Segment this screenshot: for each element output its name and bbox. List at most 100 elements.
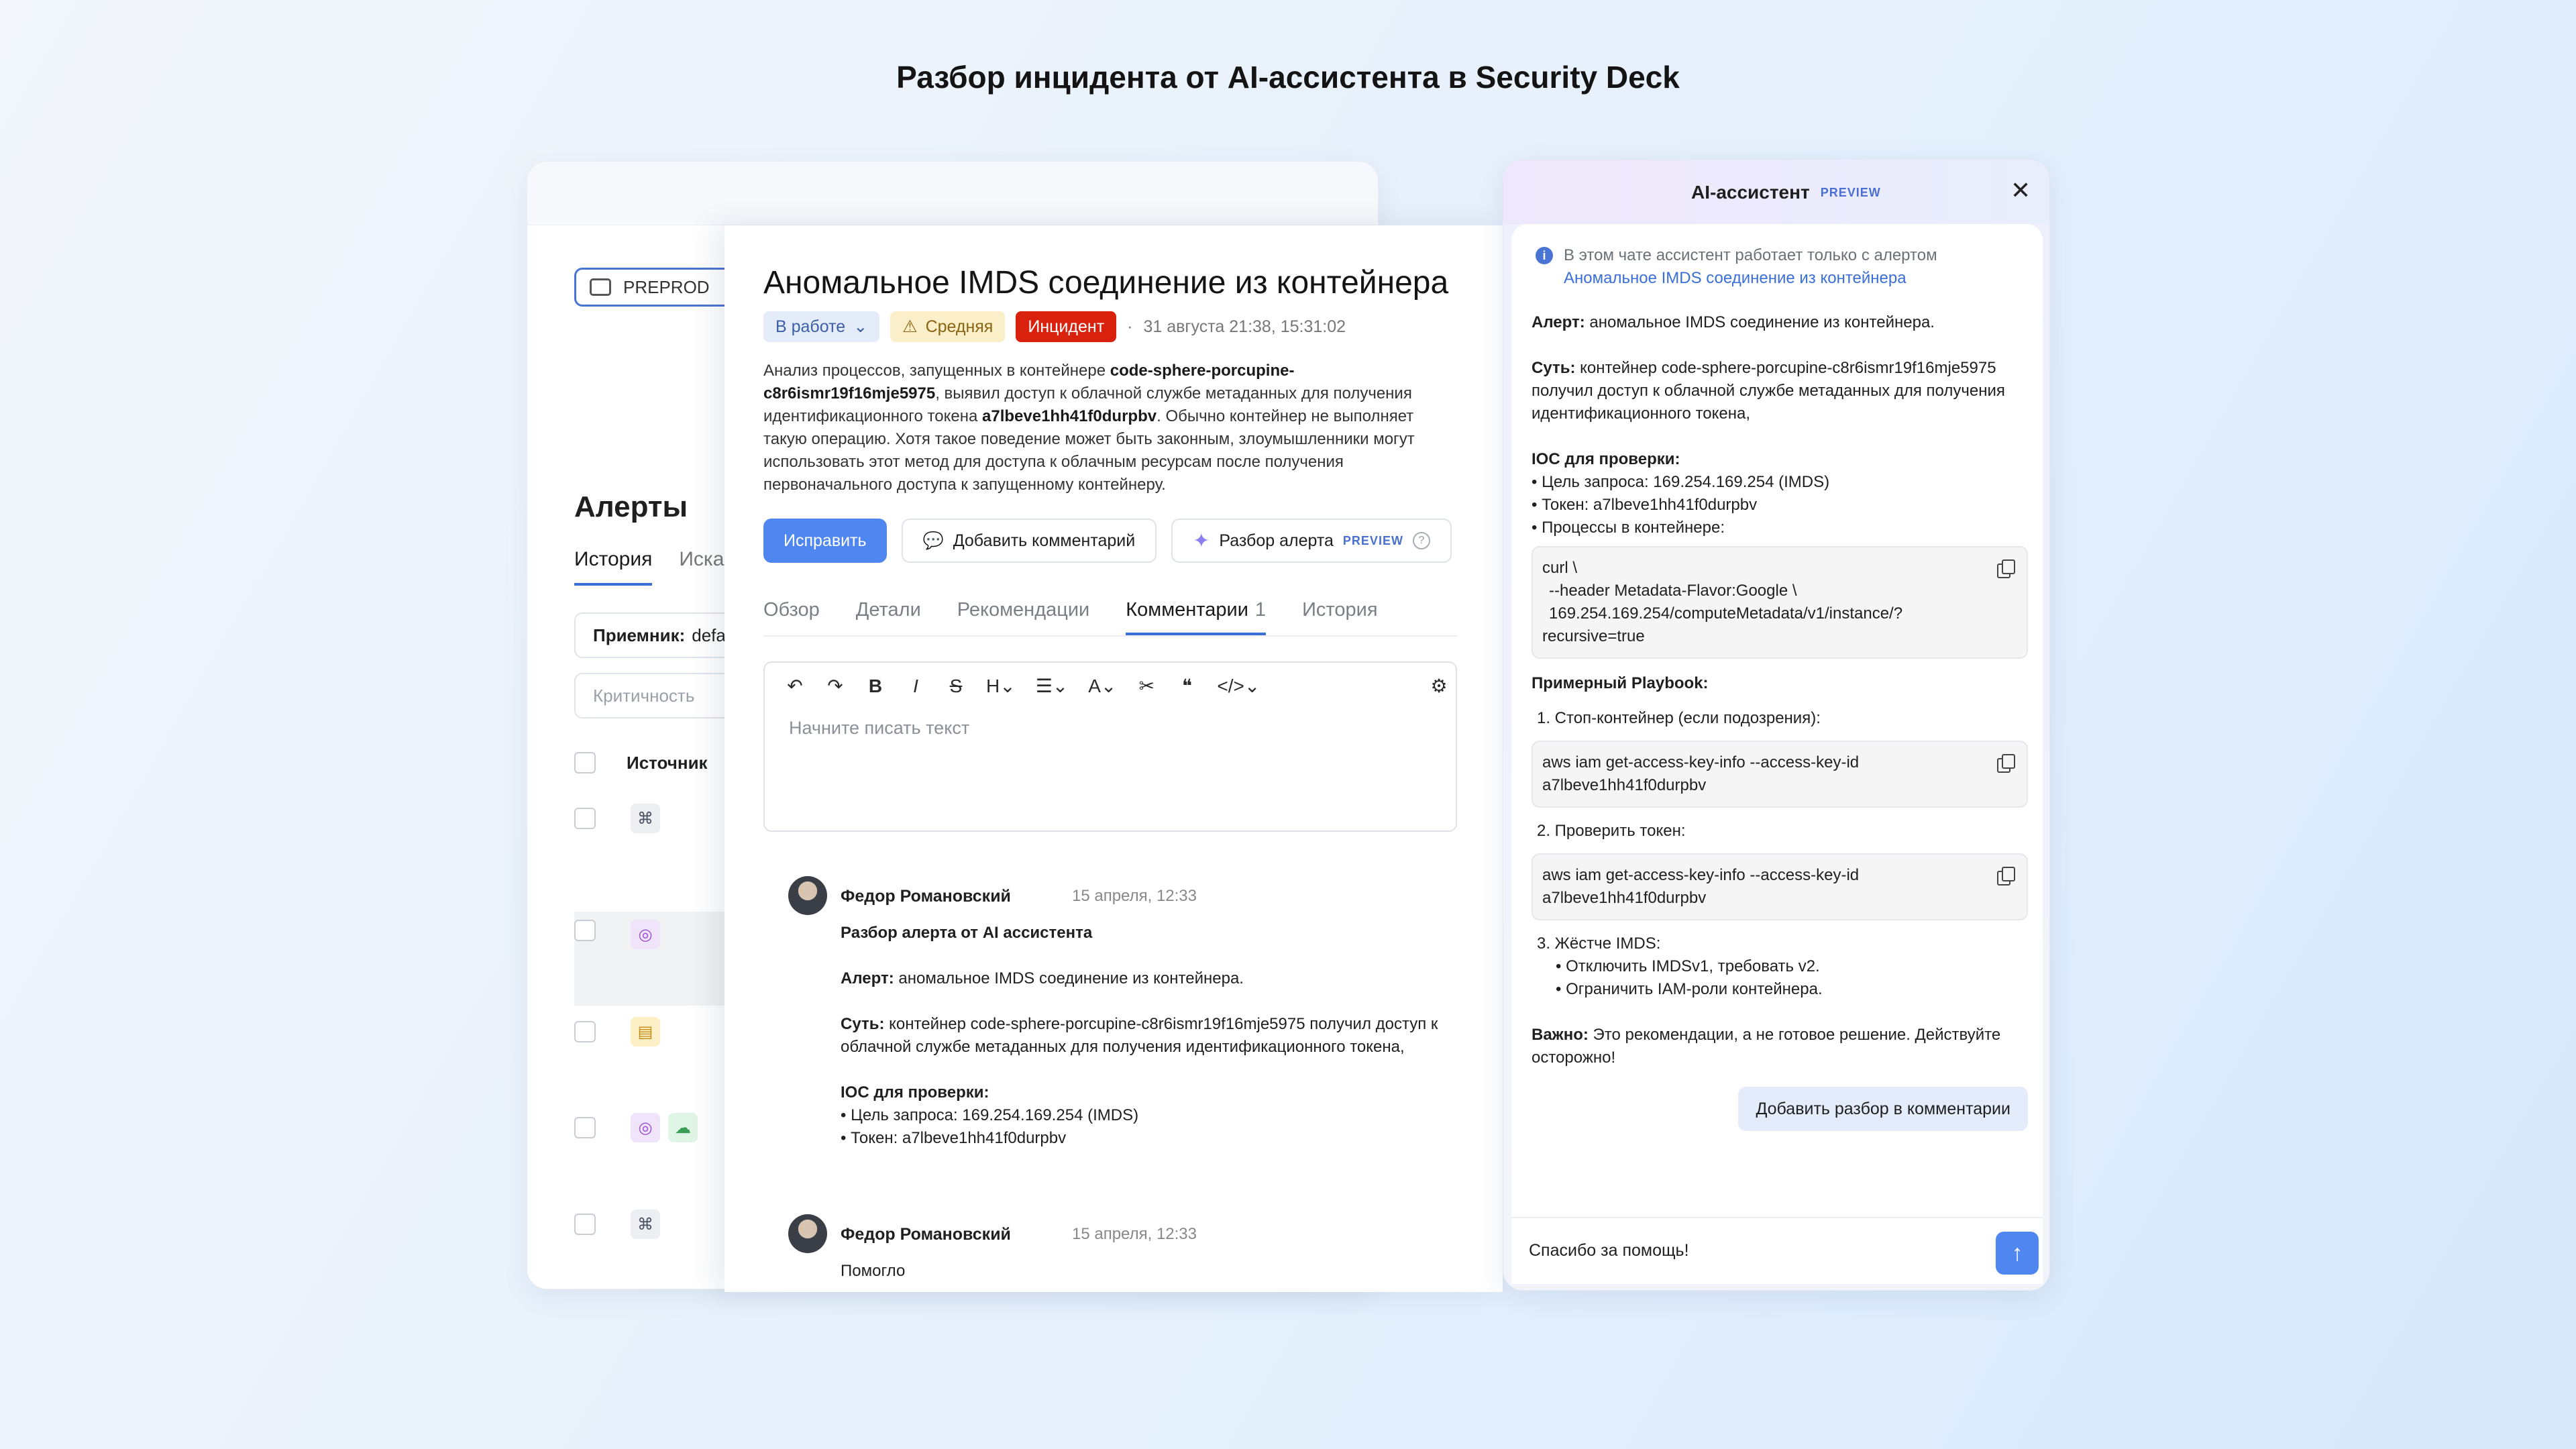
source-column-header: Источник — [627, 752, 708, 773]
scissors-icon[interactable]: ✂ — [1136, 675, 1157, 697]
desc-token: a7lbeve1hh41f0durpbv — [982, 407, 1157, 425]
type-badge: Инцидент — [1016, 311, 1117, 342]
status-label: В работе — [775, 317, 846, 336]
alert-description: Анализ процессов, запущенных в контейнер… — [763, 360, 1454, 496]
essence-text: контейнер code-sphere-porcupine-c8r6ismr… — [841, 1015, 1438, 1056]
window-topbar — [527, 162, 1378, 225]
comments-count: 1 — [1254, 599, 1267, 621]
playbook-step: 3. Жёстче IMDS: — [1537, 934, 1661, 953]
ioc-label: IOC для проверки: — [841, 1083, 989, 1102]
add-analysis-to-comments-button[interactable]: Добавить разбор в комментарии — [1738, 1087, 2028, 1131]
ai-assistant-panel: AI-ассистент PREVIEW ✕ i В этом чате асс… — [1503, 160, 2050, 1291]
tab-exclusions[interactable]: Иска — [679, 548, 724, 586]
comment-editor[interactable]: ↶ ↷ B I S H⌄ ☰⌄ A⌄ ✂ ❝ </>⌄ ⚙ Начните пи… — [763, 661, 1457, 832]
chat-input[interactable]: Спасибо за помощь! ↑ — [1511, 1217, 2043, 1284]
copy-icon[interactable] — [1997, 867, 2015, 885]
comment-author: Федор Романовский — [841, 887, 1011, 906]
row-checkbox[interactable] — [574, 1117, 596, 1138]
tab-history[interactable]: История — [1302, 596, 1377, 635]
editor-placeholder: Начните писать текст — [789, 718, 970, 738]
alerts-title: Алерты — [574, 490, 688, 523]
code-line: 169.254.169.254/computeMetadata/v1/insta… — [1549, 604, 1903, 623]
code-block: curl \ --header Metadata-Flavor:Google \… — [1532, 546, 2028, 659]
list-icon[interactable]: ☰⌄ — [1036, 675, 1069, 697]
ioc-item: • Токен: a7lbeve1hh41f0durpbv — [1532, 496, 1758, 514]
alert-title: Аномальное IMDS соединение из контейнера — [763, 265, 1449, 301]
binoculars-icon: ⌘ — [631, 1210, 660, 1239]
tab-comments[interactable]: Комментарии 1 — [1126, 596, 1267, 635]
chat-input-value: Спасибо за помощь! — [1529, 1241, 1689, 1260]
ioc-item: • Процессы в контейнере: — [1532, 519, 1725, 537]
severity-label: Средняя — [925, 317, 994, 336]
row-checkbox[interactable] — [574, 1214, 596, 1235]
tab-recommendations[interactable]: Рекомендации — [957, 596, 1089, 635]
avatar — [788, 876, 827, 915]
tab-details[interactable]: Детали — [856, 596, 921, 635]
tab-overview[interactable]: Обзор — [763, 596, 820, 635]
comment-item: Федор Романовский 15 апреля, 12:33 Помог… — [788, 1214, 1459, 1292]
comment-icon: 💬 — [922, 531, 944, 550]
ai-title: AI-ассистент PREVIEW — [1691, 182, 1881, 203]
essence-label: Суть: — [1532, 359, 1576, 377]
folder-icon — [590, 278, 611, 296]
send-button[interactable]: ↑ — [1996, 1232, 2039, 1275]
alert-meta: В работе ⌄ ⚠ Средняя Инцидент · 31 авгус… — [763, 311, 1346, 342]
important-label: Важно: — [1532, 1026, 1589, 1044]
code-block: aws iam get-access-key-info --access-key… — [1532, 853, 2028, 920]
quote-icon[interactable]: ❝ — [1177, 675, 1197, 697]
alert-label: Алерт: — [1532, 313, 1585, 331]
comment-body: Разбор алерта от AI ассистента Алерт: ан… — [841, 922, 1458, 1150]
comment-heading: Разбор алерта от AI ассистента — [841, 924, 1093, 942]
workspace-label: PREPROD — [623, 276, 710, 297]
help-icon[interactable]: ? — [1412, 532, 1430, 549]
ai-chat: i В этом чате ассистент работает только … — [1511, 224, 2043, 1217]
close-icon[interactable]: ✕ — [2010, 176, 2031, 205]
receiver-label: Приемник: — [593, 625, 686, 645]
tab-comments-label: Комментарии — [1126, 599, 1248, 621]
status-dropdown[interactable]: В работе ⌄ — [763, 311, 880, 342]
alert-tabs: Обзор Детали Рекомендации Комментарии 1 И… — [763, 596, 1457, 637]
heading-icon[interactable]: H⌄ — [986, 675, 1016, 697]
code-line: --header Metadata-Flavor:Google \ — [1549, 582, 1797, 600]
arrow-up-icon: ↑ — [2011, 1240, 2023, 1266]
info-text: В этом чате ассистент работает только с … — [1564, 246, 1937, 264]
row-checkbox[interactable] — [574, 920, 596, 941]
alerts-tabs: История Иска — [574, 548, 724, 586]
bold-icon[interactable]: B — [865, 676, 885, 697]
alert-analysis-button[interactable]: ✦ Разбор алерта PREVIEW ? — [1171, 519, 1452, 563]
alert-link[interactable]: Аномальное IMDS соединение из контейнера — [1564, 267, 2020, 290]
italic-icon[interactable]: I — [906, 676, 926, 697]
avatar — [788, 1214, 827, 1253]
code-line: aws iam get-access-key-info --access-key… — [1542, 753, 1860, 771]
target-icon: ◎ — [631, 1113, 660, 1142]
alert-label: Алерт: — [841, 969, 894, 987]
tab-history[interactable]: История — [574, 548, 653, 586]
fix-label: Исправить — [784, 531, 867, 550]
essence-label: Суть: — [841, 1015, 885, 1033]
add-comment-label: Добавить комментарий — [953, 531, 1136, 550]
code-block: aws iam get-access-key-info --access-key… — [1532, 741, 2028, 808]
code-icon[interactable]: </>⌄ — [1217, 675, 1260, 697]
settings-icon[interactable]: ⚙ — [1429, 675, 1449, 697]
ioc-item: • Цель запроса: 169.254.169.254 (IMDS) — [841, 1106, 1139, 1124]
text-color-icon[interactable]: A⌄ — [1088, 675, 1116, 697]
ioc-item: • Токен: a7lbeve1hh41f0durpbv — [841, 1129, 1067, 1147]
copy-icon[interactable] — [1997, 754, 2015, 773]
undo-icon[interactable]: ↶ — [785, 675, 805, 697]
fix-button[interactable]: Исправить — [763, 519, 887, 563]
alert-text: аномальное IMDS соединение из контейнера… — [1585, 313, 1935, 331]
cloud-icon: ☁ — [668, 1113, 698, 1142]
add-comment-button[interactable]: 💬 Добавить комментарий — [901, 519, 1157, 563]
playbook-label: Примерный Playbook: — [1532, 674, 1709, 692]
workspace-selector[interactable]: PREPROD — [574, 268, 739, 307]
analysis-label: Разбор алерта — [1219, 531, 1334, 550]
redo-icon[interactable]: ↷ — [825, 675, 845, 697]
row-checkbox[interactable] — [574, 1021, 596, 1042]
row-checkbox[interactable] — [574, 808, 596, 829]
chevron-down-icon: ⌄ — [853, 317, 868, 336]
strikethrough-icon[interactable]: S — [946, 676, 966, 697]
preview-tag: PREVIEW — [1820, 185, 1881, 199]
database-icon: ▤ — [631, 1017, 660, 1046]
copy-icon[interactable] — [1997, 559, 2015, 578]
select-all-checkbox[interactable] — [574, 752, 596, 773]
